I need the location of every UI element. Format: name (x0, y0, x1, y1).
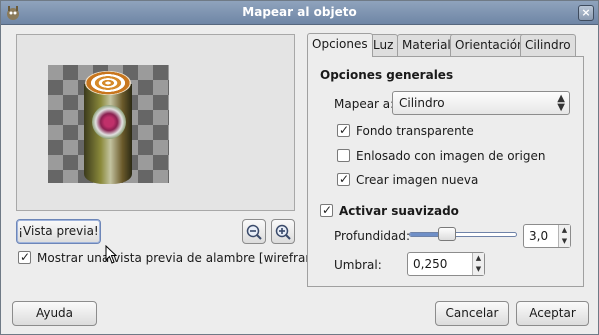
threshold-label: Umbral: (334, 258, 382, 272)
mouse-cursor-icon (105, 245, 118, 264)
close-button[interactable]: × (578, 5, 594, 21)
depth-label: Profundidad: (334, 229, 411, 243)
transparent-bg-checkbox[interactable]: ✓ (337, 123, 350, 137)
zoom-out-button[interactable] (242, 219, 266, 244)
map-to-select[interactable]: Cilindro ▲ ▼ (392, 91, 570, 115)
cylinder-texture (92, 105, 126, 139)
general-options-title: Opciones generales (320, 68, 454, 82)
zoom-out-icon (246, 224, 262, 240)
new-image-checkbox[interactable]: ✓ (337, 172, 350, 186)
tab-cylinder[interactable]: Cilindro (520, 34, 576, 56)
map-object-dialog: Mapear al objeto × ¡Vista previa! ✓ Mostr… (0, 0, 599, 335)
threshold-spin-arrows-icon[interactable]: ▲ ▼ (472, 253, 484, 275)
preview-button[interactable]: ¡Vista previa! (16, 219, 101, 244)
select-arrows-icon: ▲ ▼ (557, 93, 565, 113)
tile-source-checkbox[interactable] (337, 149, 350, 162)
tab-orientation[interactable]: Orientación (450, 34, 530, 56)
wireframe-checkbox-row[interactable]: ✓ Mostrar una vista previa de alambre [wi… (18, 250, 329, 266)
transparent-bg-row[interactable]: ✓ Fondo transparente (337, 123, 474, 139)
wireframe-checkbox[interactable]: ✓ (18, 250, 31, 264)
tile-source-row[interactable]: Enlosado con imagen de origen (337, 148, 545, 164)
antialias-label: Activar suavizado (339, 204, 459, 218)
new-image-row[interactable]: ✓ Crear imagen nueva (337, 172, 478, 188)
window-title: Mapear al objeto (242, 5, 357, 19)
preview-area (16, 34, 295, 211)
titlebar: Mapear al objeto × (1, 1, 598, 25)
depth-spinbox[interactable]: 3,0 ▲ ▼ (523, 224, 571, 248)
depth-slider-handle[interactable] (438, 227, 457, 241)
tile-source-label: Enlosado con imagen de origen (356, 149, 546, 163)
depth-spin-arrows-icon[interactable]: ▲ ▼ (558, 225, 570, 247)
depth-value: 3,0 (529, 229, 549, 243)
zoom-in-icon (275, 224, 291, 240)
tab-material[interactable]: Material (397, 34, 456, 56)
options-panel: Opciones generales Mapear a: Cilindro ▲ ▼… (307, 56, 584, 287)
cylinder-top (85, 71, 131, 95)
threshold-spinbox[interactable]: 0,250 ▲ ▼ (407, 252, 485, 276)
zoom-in-button[interactable] (271, 219, 295, 244)
cancel-button[interactable]: Cancelar (435, 301, 509, 326)
new-image-label: Crear imagen nueva (356, 173, 479, 187)
accept-button[interactable]: Aceptar (516, 301, 589, 326)
help-button[interactable]: Ayuda (12, 301, 97, 326)
antialias-row[interactable]: ✓ Activar suavizado (320, 203, 459, 219)
map-to-label: Mapear a: (334, 97, 395, 111)
antialias-checkbox[interactable]: ✓ (320, 203, 333, 217)
map-to-value: Cilindro (399, 96, 445, 110)
tab-options[interactable]: Opciones (307, 33, 373, 57)
threshold-value: 0,250 (413, 257, 448, 271)
transparent-bg-label: Fondo transparente (356, 124, 474, 138)
tab-container: Opciones Luz Material Orientación Cilind… (307, 33, 587, 287)
preview-image (48, 65, 169, 184)
depth-slider[interactable] (409, 227, 517, 241)
wireframe-checkbox-label: Mostrar una vista previa de alambre [wir… (37, 251, 330, 265)
